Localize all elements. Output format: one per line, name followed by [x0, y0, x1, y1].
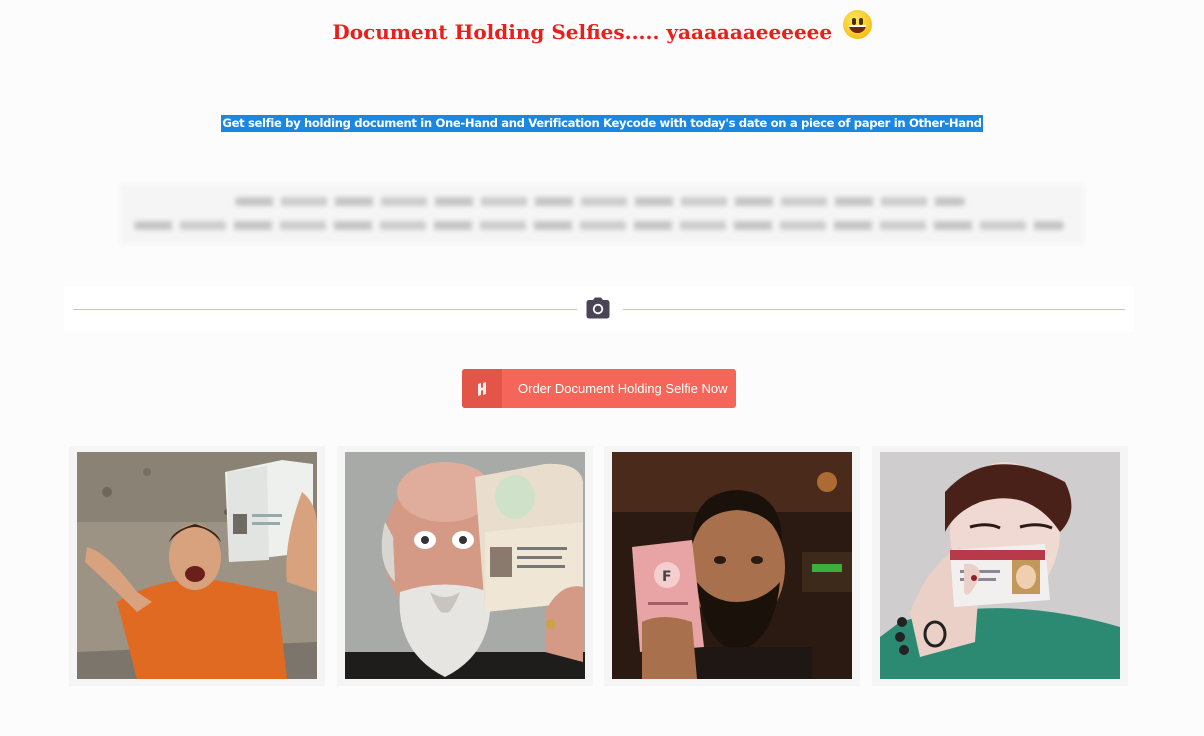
instructions-text: Get selfie by holding document in One-Ha…: [221, 115, 983, 132]
button-icon-box: [462, 369, 502, 408]
gallery-item[interactable]: [872, 446, 1128, 686]
selfie-photo-1: [77, 452, 317, 679]
selfie-photo-2: [345, 452, 585, 679]
gallery-item[interactable]: F: [604, 446, 860, 686]
section-divider: [64, 286, 1134, 332]
divider-line-right: [623, 309, 1125, 310]
brand-h-icon: [478, 381, 486, 396]
gallery-item[interactable]: [69, 446, 325, 686]
selfie-photo-3: F: [612, 452, 852, 679]
page-title: Document Holding Selfies..... yaaaaaaeee…: [332, 20, 833, 44]
selfie-photo-4: [880, 452, 1120, 679]
selfie-gallery: F: [69, 446, 1135, 686]
order-selfie-button-label: Order Document Holding Selfie Now: [518, 381, 728, 396]
header: Document Holding Selfies..... yaaaaaaeee…: [0, 8, 1204, 48]
instructions: Get selfie by holding document in One-Ha…: [0, 114, 1204, 132]
camera-icon: [586, 297, 610, 319]
svg-text:F: F: [662, 569, 672, 585]
gallery-item[interactable]: [337, 446, 593, 686]
blurred-platform-list: [120, 184, 1084, 244]
grinning-face-emoji-icon: [842, 10, 872, 39]
divider-line-left: [73, 309, 577, 310]
order-selfie-button[interactable]: Order Document Holding Selfie Now: [462, 369, 736, 408]
page: Document Holding Selfies..... yaaaaaaeee…: [0, 0, 1204, 736]
